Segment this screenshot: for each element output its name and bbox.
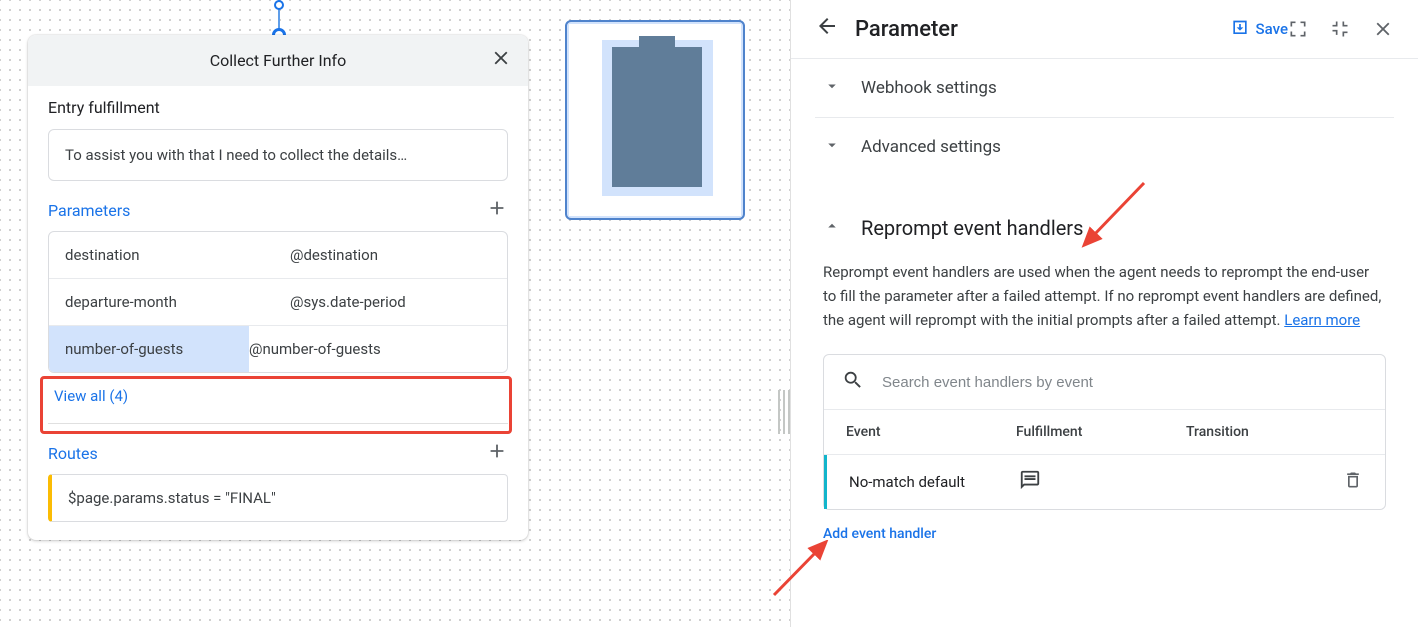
fullscreen-exit-icon[interactable] <box>1330 19 1350 39</box>
parameter-type: @destination <box>290 246 378 264</box>
routes-heading[interactable]: Routes <box>48 444 98 463</box>
page-card-header: Collect Further Info <box>28 35 528 86</box>
parameters-heading[interactable]: Parameters <box>48 201 130 220</box>
page-card: Collect Further Info Entry fulfillment T… <box>28 35 528 540</box>
page-card-title: Collect Further Info <box>210 51 346 70</box>
fulfillment-icon <box>1019 469 1189 495</box>
row-event-name: No-match default <box>849 473 1019 491</box>
entry-fulfillment-label: Entry fulfillment <box>48 98 508 117</box>
reprompt-section-header[interactable]: Reprompt event handlers <box>815 176 1394 252</box>
back-arrow-icon[interactable] <box>815 14 839 44</box>
connector-top-node <box>274 0 284 10</box>
event-search-input[interactable] <box>882 374 1367 391</box>
parameter-row[interactable]: destination @destination <box>49 232 507 279</box>
parameter-list: destination @destination departure-month… <box>48 231 508 373</box>
webhook-settings-section[interactable]: Webhook settings <box>815 59 1394 118</box>
close-panel-icon[interactable] <box>1372 18 1394 40</box>
parameter-type: @number-of-guests <box>249 340 381 358</box>
event-handlers-box: Event Fulfillment Transition No-match de… <box>823 354 1386 510</box>
parameter-panel: Parameter Save Webhook settings <box>790 0 1418 627</box>
learn-more-link[interactable]: Learn more <box>1284 311 1360 329</box>
save-button[interactable]: Save <box>1230 19 1288 39</box>
add-event-handler-link[interactable]: Add event handler <box>815 510 1394 558</box>
advanced-settings-section[interactable]: Advanced settings <box>815 118 1394 176</box>
panel-resize-handle[interactable] <box>778 390 790 434</box>
chevron-down-icon <box>823 77 841 99</box>
reprompt-title: Reprompt event handlers <box>861 216 1083 240</box>
reprompt-description: Reprompt event handlers are used when th… <box>815 252 1394 340</box>
minimap[interactable] <box>565 20 745 220</box>
save-label: Save <box>1256 20 1288 38</box>
parameter-name: destination <box>65 246 290 264</box>
parameter-name: departure-month <box>65 293 290 311</box>
col-fulfillment: Fulfillment <box>1016 424 1186 440</box>
parameter-type: @sys.date-period <box>290 293 406 311</box>
close-icon[interactable] <box>490 47 512 75</box>
view-all-link[interactable]: View all (4) <box>48 373 508 409</box>
handlers-table-head: Event Fulfillment Transition <box>824 410 1385 455</box>
panel-header: Parameter Save <box>791 0 1418 59</box>
add-parameter-button[interactable] <box>486 197 508 223</box>
panel-title: Parameter <box>855 17 1210 42</box>
divider <box>48 423 508 424</box>
chevron-up-icon <box>823 217 841 239</box>
chevron-down-icon <box>823 136 841 158</box>
search-row <box>824 355 1385 410</box>
route-condition-box[interactable]: $page.params.status = "FINAL" <box>48 474 508 522</box>
flow-canvas[interactable]: Collect Further Info Entry fulfillment T… <box>0 0 790 627</box>
advanced-settings-label: Advanced settings <box>861 137 1001 157</box>
webhook-settings-label: Webhook settings <box>861 78 997 98</box>
search-icon <box>842 369 882 395</box>
delete-handler-button[interactable] <box>1343 470 1363 494</box>
fullscreen-enter-icon[interactable] <box>1288 19 1308 39</box>
event-handler-row[interactable]: No-match default <box>824 455 1385 509</box>
parameter-name: number-of-guests <box>49 326 249 372</box>
add-route-button[interactable] <box>486 440 508 466</box>
col-event: Event <box>846 424 1016 440</box>
parameter-row[interactable]: departure-month @sys.date-period <box>49 279 507 326</box>
col-transition: Transition <box>1186 424 1363 440</box>
parameter-row-selected[interactable]: number-of-guests @number-of-guests <box>49 326 507 372</box>
entry-fulfillment-box[interactable]: To assist you with that I need to collec… <box>48 129 508 181</box>
